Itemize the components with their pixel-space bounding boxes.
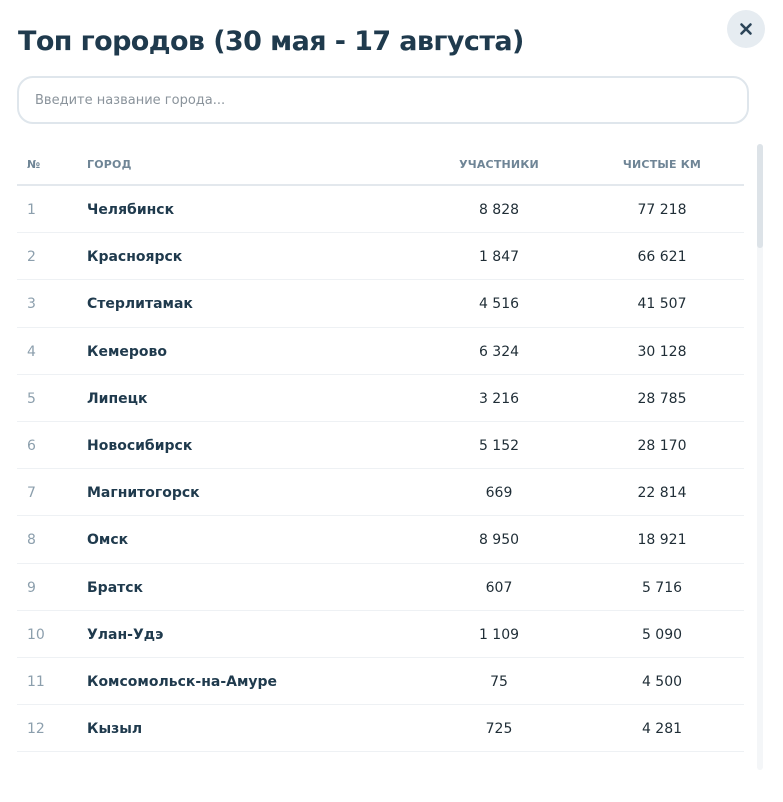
table-row: 2 Красноярск 1 847 66 621 [17, 233, 744, 281]
row-km: 4 500 [641, 673, 683, 690]
row-number: 4 [27, 343, 36, 360]
row-participants: 75 [490, 673, 508, 690]
row-city: Красноярск [87, 249, 183, 266]
row-number: 10 [27, 626, 45, 643]
cities-table: № ГОРОД УЧАСТНИКИ ЧИСТЫЕ КМ 1 Челябинск 8 … [17, 142, 744, 772]
table-row: 6 Новосибирск 5 152 28 170 [17, 422, 744, 470]
row-km: 22 814 [637, 485, 687, 502]
row-km: 30 128 [637, 343, 687, 360]
table-row: 12 Кызыл 725 4 281 [17, 705, 744, 753]
row-km: 4 281 [641, 721, 683, 738]
row-city: Комсомольск-на-Амуре [87, 673, 278, 690]
row-city: Стерлитамак [87, 296, 193, 313]
row-participants: 6 324 [478, 343, 520, 360]
row-number: 7 [27, 485, 36, 502]
row-number: 6 [27, 437, 36, 454]
table-row: 3 Стерлитамак 4 516 41 507 [17, 280, 744, 328]
row-city: Липецк [87, 390, 148, 407]
row-city: Кызыл [87, 721, 143, 738]
row-participants: 1 847 [478, 249, 520, 266]
row-participants: 3 216 [478, 390, 520, 407]
row-city: Новосибирск [87, 437, 193, 454]
row-city: Братск [87, 579, 144, 596]
header-km: ЧИСТЫЕ КМ [622, 158, 702, 171]
row-number: 12 [27, 721, 45, 738]
table-header: № ГОРОД УЧАСТНИКИ ЧИСТЫЕ КМ [17, 142, 744, 186]
table-row: 1 Челябинск 8 828 77 218 [17, 186, 744, 234]
row-participants: 8 950 [478, 532, 520, 549]
table-row: 5 Липецк 3 216 28 785 [17, 375, 744, 422]
row-number: 9 [27, 579, 36, 596]
row-km: 66 621 [637, 249, 687, 266]
scrollbar-thumb[interactable] [757, 144, 763, 248]
row-number: 2 [27, 249, 36, 266]
row-city: Улан-Удэ [87, 626, 164, 643]
header-city: ГОРОД [87, 158, 132, 171]
header-number: № [27, 158, 41, 171]
row-city: Челябинск [87, 202, 175, 218]
row-participants: 4 516 [478, 296, 520, 313]
row-participants: 8 828 [478, 202, 520, 218]
table-row: 9 Братск 607 5 716 [17, 564, 744, 611]
table-row: 11 Комсомольск-на-Амуре 75 4 500 [17, 658, 744, 706]
row-number: 5 [27, 390, 36, 407]
row-participants: 725 [485, 721, 513, 738]
table-body: 1 Челябинск 8 828 77 218 2 Красноярск 1 847 66 … [17, 186, 744, 753]
modal-title: Топ городов (30 мая - 17 августа) [18, 26, 524, 57]
table-row: 10 Улан-Удэ 1 109 5 090 [17, 611, 744, 658]
row-participants: 669 [485, 485, 513, 502]
table-row: 4 Кемерово 6 324 30 128 [17, 328, 744, 375]
row-km: 28 785 [637, 390, 687, 407]
row-participants: 5 152 [478, 437, 520, 454]
row-km: 5 716 [641, 579, 683, 596]
close-icon [740, 23, 752, 35]
row-city: Кемерово [87, 343, 167, 360]
row-number: 3 [27, 296, 36, 313]
row-km: 18 921 [637, 532, 687, 549]
row-km: 41 507 [637, 296, 687, 313]
row-number: 1 [27, 202, 36, 218]
close-button[interactable] [727, 10, 765, 48]
row-number: 11 [27, 673, 45, 690]
city-search-input[interactable] [17, 76, 749, 124]
row-city: Магнитогорск [87, 485, 200, 502]
top-cities-modal: Топ городов (30 мая - 17 августа) № ГОРО… [0, 0, 783, 802]
header-participants: УЧАСТНИКИ [459, 158, 539, 171]
table-row: 8 Омск 8 950 18 921 [17, 516, 744, 564]
row-km: 5 090 [641, 626, 683, 643]
row-number: 8 [27, 532, 36, 549]
row-km: 28 170 [637, 437, 687, 454]
row-participants: 607 [485, 579, 513, 596]
row-city: Омск [87, 532, 129, 549]
row-km: 77 218 [637, 202, 687, 218]
row-participants: 1 109 [478, 626, 520, 643]
table-row: 7 Магнитогорск 669 22 814 [17, 469, 744, 517]
